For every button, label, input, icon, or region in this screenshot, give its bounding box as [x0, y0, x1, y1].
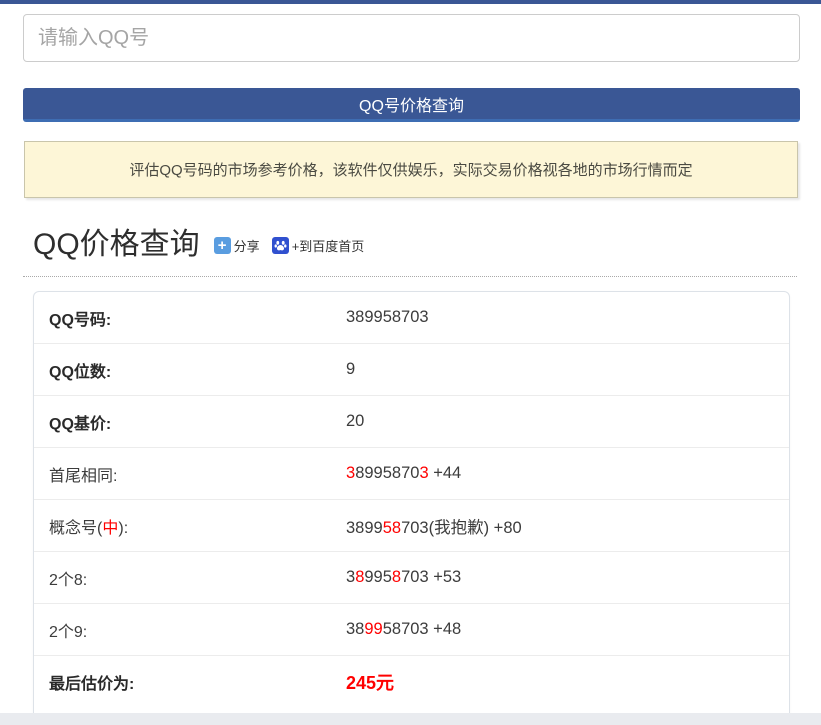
row-label: 首尾相同:: [49, 462, 346, 486]
plain-text: 9: [346, 360, 355, 378]
row-value: 20: [346, 412, 364, 431]
query-price-button[interactable]: QQ号价格查询: [23, 88, 800, 122]
row-value: 389958703(我抱歉) +80: [346, 514, 522, 538]
plain-text: 首尾相同:: [49, 468, 117, 485]
plain-text: +44: [429, 464, 462, 482]
share-plus-icon[interactable]: +: [214, 237, 231, 254]
table-row-concept-number: 概念号(中):389958703(我抱歉) +80: [34, 500, 789, 552]
share-button[interactable]: + 分享: [214, 236, 260, 255]
plain-text: 3: [346, 568, 355, 586]
plain-text: 38: [346, 620, 364, 638]
row-value: 389958703 +44: [346, 464, 461, 483]
table-row-qq-base-price: QQ基价: 20: [34, 396, 789, 448]
plain-text: 概念号(: [49, 520, 102, 537]
highlighted-text: 58: [383, 519, 401, 537]
highlighted-text: 中: [102, 520, 118, 537]
row-label: QQ位数:: [49, 358, 346, 382]
highlighted-text: 8: [392, 568, 401, 586]
row-label: QQ基价:: [49, 410, 346, 434]
row-label: 2个9:: [49, 618, 346, 642]
row-value: 9: [346, 360, 355, 379]
footer-strip: [0, 713, 821, 725]
plain-text: 最后估价为:: [49, 676, 134, 693]
row-value: 389958703 +53: [346, 568, 461, 587]
plain-text: QQ位数:: [49, 364, 111, 381]
plain-text: QQ基价:: [49, 416, 111, 433]
plain-text: 58703 +48: [383, 620, 461, 638]
header-row: QQ价格查询 + 分享 +到百度首页: [33, 219, 798, 263]
page-title: QQ价格查询: [33, 219, 200, 263]
share-label[interactable]: 分享: [234, 236, 260, 255]
highlighted-text: 99: [364, 620, 382, 638]
top-accent-bar: [0, 0, 821, 4]
disclaimer-notice: 评估QQ号码的市场参考价格，该软件仅供娱乐，实际交易价格视各地的市场行情而定: [24, 141, 798, 198]
disclaimer-text: 评估QQ号码的市场参考价格，该软件仅供娱乐，实际交易价格视各地的市场行情而定: [129, 159, 692, 180]
plain-text: 3899: [346, 519, 383, 537]
table-row-qq-number: QQ号码: 389958703: [34, 292, 789, 344]
row-label: 2个8:: [49, 566, 346, 590]
baidu-home-label[interactable]: +到百度首页: [292, 236, 365, 255]
row-value: 245元: [346, 669, 394, 695]
baidu-home-button[interactable]: +到百度首页: [272, 236, 365, 255]
paw-glyph: [274, 239, 287, 252]
plain-text: 995: [364, 568, 392, 586]
highlighted-text: 8: [355, 568, 364, 586]
table-row-two-eights: 2个8:389958703 +53: [34, 552, 789, 604]
row-label: 概念号(中):: [49, 514, 346, 538]
row-label: QQ号码:: [49, 306, 346, 330]
plain-text: 389958703: [346, 308, 429, 326]
price-table: QQ号码:389958703QQ位数:9QQ基价:20首尾相同:38995870…: [33, 291, 790, 721]
plain-text: 2个8:: [49, 572, 87, 589]
plain-text: 703(我抱歉) +80: [401, 519, 522, 537]
table-row-two-nines: 2个9: 389958703 +48: [34, 604, 789, 656]
baidu-paw-icon[interactable]: [272, 237, 289, 254]
plain-text: ):: [118, 520, 128, 537]
qq-number-input[interactable]: [23, 14, 800, 62]
plain-text: 2个9:: [49, 624, 87, 641]
row-label: 最后估价为:: [49, 670, 346, 694]
table-row-final-estimate: 最后估价为: 245元: [34, 656, 789, 708]
dotted-divider: [23, 276, 797, 277]
row-value: 389958703 +48: [346, 620, 461, 639]
qq-price-page: QQ号价格查询 评估QQ号码的市场参考价格，该软件仅供娱乐，实际交易价格视各地的…: [0, 0, 821, 725]
highlighted-text: 245元: [346, 673, 394, 693]
row-value: 389958703: [346, 308, 429, 327]
highlighted-text: 3: [419, 464, 428, 482]
plain-text: 20: [346, 412, 364, 430]
plain-text: 8995870: [355, 464, 419, 482]
table-row-qq-digits: QQ位数: 9: [34, 344, 789, 396]
plain-text: QQ号码:: [49, 312, 111, 329]
highlighted-text: 3: [346, 464, 355, 482]
table-row-first-last-same: 首尾相同: 389958703 +44: [34, 448, 789, 500]
plain-text: 703 +53: [401, 568, 461, 586]
